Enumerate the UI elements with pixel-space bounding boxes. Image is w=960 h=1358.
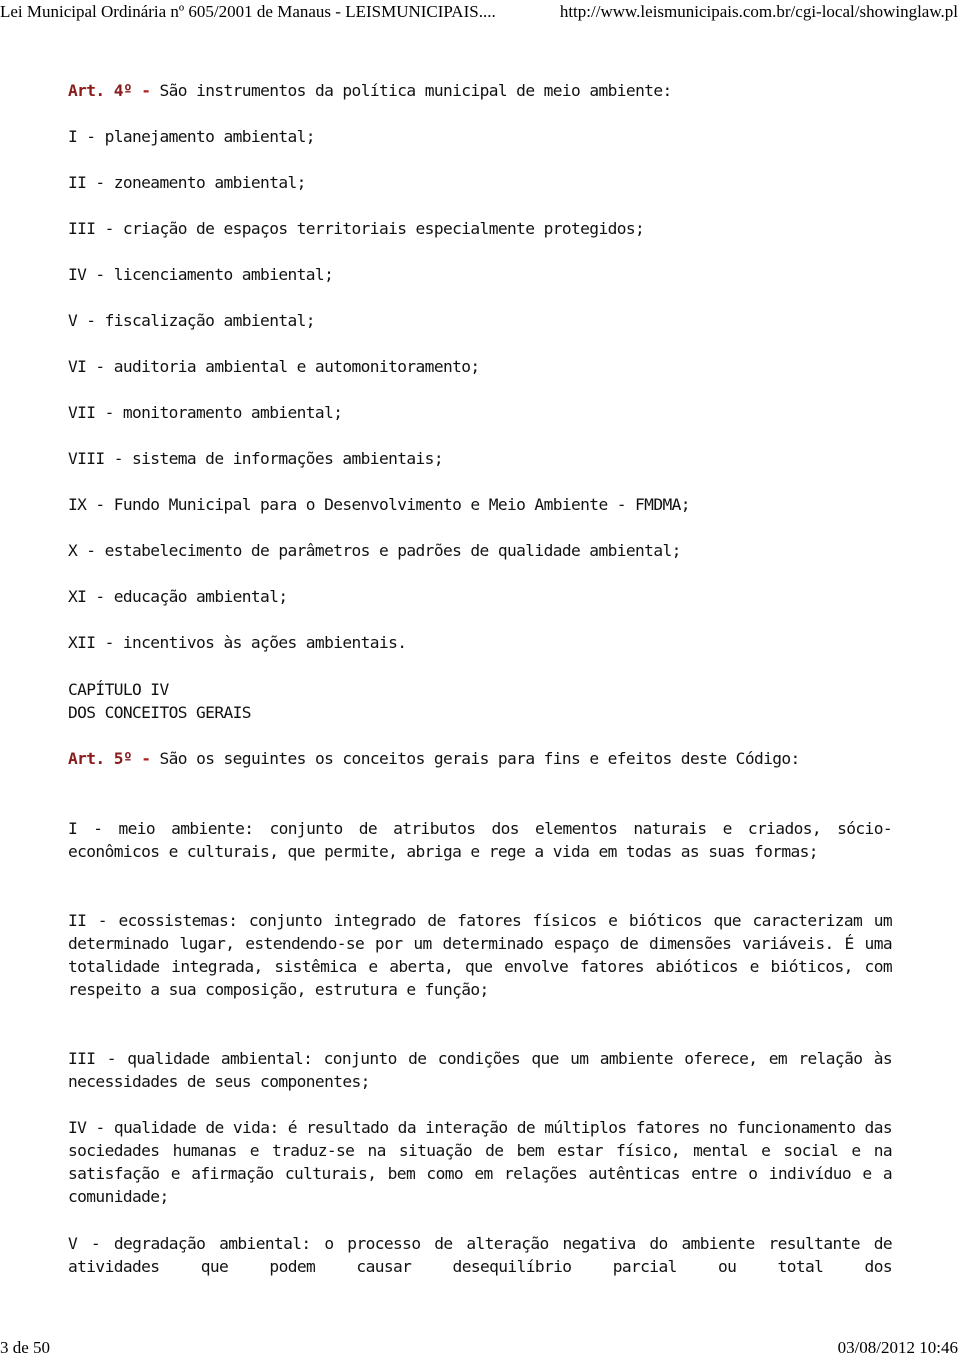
article-4-heading: Art. 4º - São instrumentos da política m…	[68, 79, 672, 102]
list-item: XI - educação ambiental;	[68, 587, 288, 606]
definition-item: V - degradação ambiental: o processo de …	[68, 1234, 893, 1276]
print-datetime: 03/08/2012 10:46	[837, 1338, 958, 1357]
list-item: I - planejamento ambiental;	[68, 127, 316, 146]
list-item: VII - monitoramento ambiental;	[68, 403, 343, 422]
list-item: VIII - sistema de informações ambientais…	[68, 449, 444, 468]
list-item: XII - incentivos às ações ambientais.	[68, 633, 407, 652]
list-item: IX - Fundo Municipal para o Desenvolvime…	[68, 495, 691, 514]
article-text: São instrumentos da política municipal d…	[159, 81, 673, 100]
list-item: V - fiscalização ambiental;	[68, 311, 316, 330]
list-item: III - criação de espaços territoriais es…	[68, 219, 645, 238]
article-5-heading: Art. 5º - São os seguintes os conceitos …	[68, 747, 892, 770]
definition-item: I - meio ambiente: conjunto de atributos…	[68, 819, 893, 861]
article-label: Art. 5º	[68, 749, 133, 768]
document-title: Lei Municipal Ordinária nº 605/2001 de M…	[0, 2, 496, 21]
page-url: http://www.leismunicipais.com.br/cgi-loc…	[559, 2, 958, 21]
article-dash: -	[141, 81, 151, 100]
article-text: São os seguintes os conceitos gerais par…	[159, 749, 801, 768]
article-label: Art. 4º	[68, 81, 133, 100]
chapter-title: DOS CONCEITOS GERAIS	[68, 703, 252, 722]
list-item: X - estabelecimento de parâmetros e padr…	[68, 541, 681, 560]
list-item: IV - licenciamento ambiental;	[68, 265, 334, 284]
chapter-number: CAPÍTULO IV	[68, 680, 169, 699]
definition-item: IV - qualidade de vida: é resultado da i…	[68, 1118, 893, 1206]
article-dash: -	[141, 749, 151, 768]
definition-item: III - qualidade ambiental: conjunto de c…	[68, 1049, 893, 1091]
list-item: II - zoneamento ambiental;	[68, 173, 306, 192]
list-item: VI - auditoria ambiental e automonitoram…	[68, 357, 480, 376]
page-number: 3 de 50	[0, 1338, 51, 1357]
definition-item: II - ecossistemas: conjunto integrado de…	[68, 911, 893, 999]
